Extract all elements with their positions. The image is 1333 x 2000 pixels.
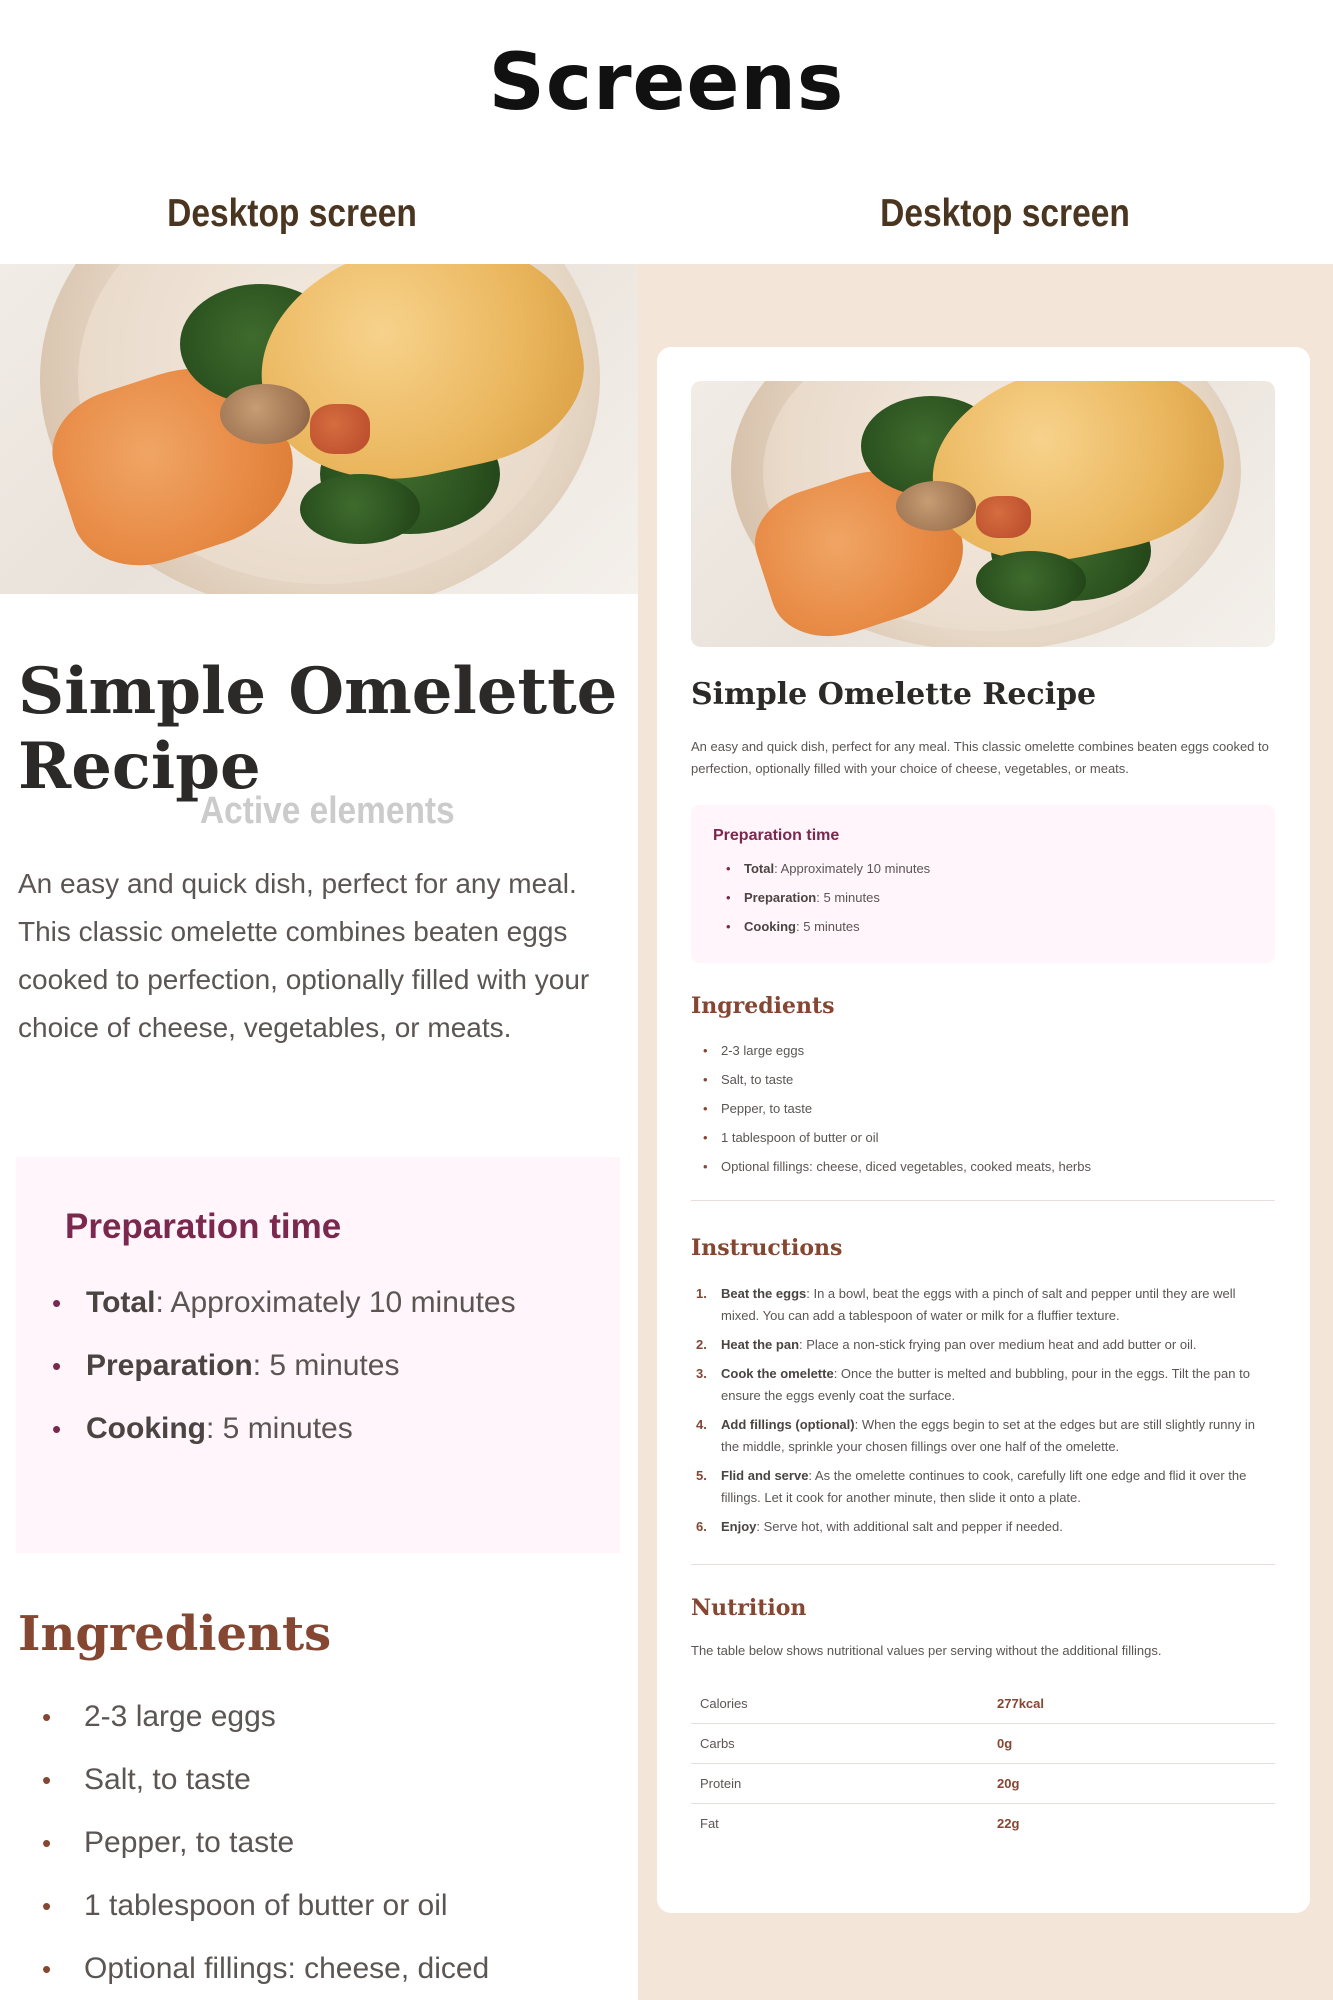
preparation-list: Total: Approximately 10 minutes Preparat… bbox=[52, 1279, 596, 1468]
divider bbox=[691, 1200, 1275, 1201]
list-item: 1 tablespoon of butter or oil bbox=[42, 1886, 624, 1926]
instruction-step: 4. Add fillings (optional): When the eggs… bbox=[696, 1417, 1255, 1454]
list-item: 1 tablespoon of butter or oil bbox=[703, 1128, 1091, 1148]
recipe-card: Simple Omelette Recipe An easy and quick… bbox=[657, 347, 1310, 1913]
page-title: Screens bbox=[488, 38, 845, 128]
table-row: Fat 22g bbox=[700, 1816, 1020, 1831]
preparation-list: Total: Approximately 10 minutes Preparat… bbox=[726, 859, 930, 946]
table-row: Calories 277kcal bbox=[691, 1684, 1275, 1724]
table-row: Protein 20g bbox=[691, 1764, 1275, 1804]
preparation-title: Preparation time bbox=[713, 827, 840, 844]
list-item: 2-3 large eggs bbox=[42, 1697, 624, 1737]
nutrition-title: Nutrition bbox=[691, 1595, 807, 1621]
instruction-step: 6. Enjoy: Serve hot, with additional salt… bbox=[696, 1519, 1063, 1534]
recipe-title: Simple Omelette Recipe bbox=[18, 654, 618, 804]
nutrition-description: The table below shows nutritional values… bbox=[691, 1643, 1162, 1658]
preparation-title: Preparation time bbox=[65, 1207, 342, 1246]
list-item: Optional fillings: cheese, diced bbox=[42, 1949, 624, 1989]
list-item: Cooking: 5 minutes bbox=[726, 917, 930, 937]
instruction-step: 3. Cook the omelette: Once the butter is … bbox=[696, 1366, 1250, 1403]
list-item: Preparation: 5 minutes bbox=[726, 888, 930, 908]
right-screen-heading: Desktop screen bbox=[880, 192, 1130, 235]
left-screen-heading: Desktop screen bbox=[167, 192, 417, 235]
list-item: Preparation: 5 minutes bbox=[52, 1342, 596, 1390]
instruction-step: 2. Heat the pan: Place a non-stick frying… bbox=[696, 1337, 1197, 1352]
preparation-box: Preparation time Total: Approximately 10… bbox=[691, 805, 1275, 963]
zoomed-desktop-preview: Simple Omelette Recipe An easy and quick… bbox=[0, 264, 638, 2000]
ingredients-title: Ingredients bbox=[691, 993, 835, 1019]
divider bbox=[691, 1564, 1275, 1565]
instruction-step: 5. Flid and serve: As the omelette contin… bbox=[696, 1468, 1247, 1505]
recipe-description: An easy and quick dish, perfect for any … bbox=[691, 739, 1269, 776]
nutrition-table: Calories 277kcal Carbs 0g Protein 20g Fat 22… bbox=[691, 1684, 1275, 1844]
recipe-description: An easy and quick dish, perfect for any … bbox=[18, 868, 590, 1043]
recipe-title: Simple Omelette Recipe bbox=[691, 677, 1097, 712]
omelette-photo bbox=[0, 264, 638, 594]
list-item: Pepper, to taste bbox=[703, 1099, 1091, 1119]
list-item: Total: Approximately 10 minutes bbox=[52, 1279, 596, 1327]
list-item: Total: Approximately 10 minutes bbox=[726, 859, 930, 879]
ingredients-title: Ingredients bbox=[18, 1606, 332, 1662]
instructions-title: Instructions bbox=[691, 1235, 843, 1261]
list-item: Pepper, to taste bbox=[42, 1823, 624, 1863]
instructions-list: 1. Beat the eggs: In a bowl, beat the egg… bbox=[696, 1283, 1276, 1545]
active-elements-label: Active elements bbox=[200, 790, 455, 832]
preparation-box: Preparation time Total: Approximately 10… bbox=[16, 1157, 620, 1553]
ingredients-list: 2-3 large eggs Salt, to taste Pepper, to… bbox=[703, 1041, 1091, 1186]
instruction-step: 1. Beat the eggs: In a bowl, beat the egg… bbox=[696, 1286, 1236, 1323]
list-item: Salt, to taste bbox=[42, 1760, 624, 1800]
list-item: Cooking: 5 minutes bbox=[52, 1405, 596, 1453]
omelette-photo bbox=[691, 381, 1275, 647]
full-desktop-preview: Simple Omelette Recipe An easy and quick… bbox=[638, 264, 1333, 2000]
ingredients-list: 2-3 large eggs Salt, to taste Pepper, to… bbox=[42, 1697, 624, 2000]
list-item: 2-3 large eggs bbox=[703, 1041, 1091, 1061]
list-item: Optional fillings: cheese, diced vegetab… bbox=[703, 1157, 1091, 1177]
table-row: Carbs 0g bbox=[691, 1724, 1275, 1764]
list-item: Salt, to taste bbox=[703, 1070, 1091, 1090]
